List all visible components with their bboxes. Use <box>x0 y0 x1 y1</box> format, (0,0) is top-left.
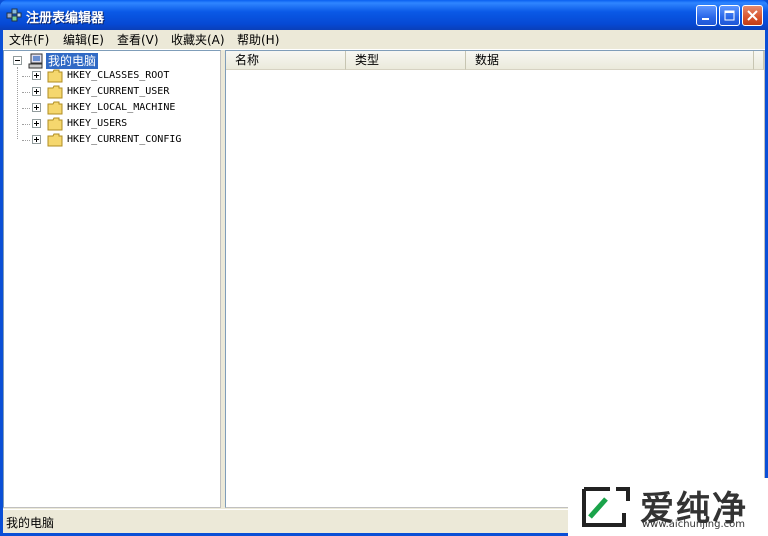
tree-item-hkcu[interactable]: HKEY_CURRENT_USER <box>4 84 220 100</box>
folder-icon <box>47 117 63 131</box>
expand-toggle[interactable] <box>32 71 41 80</box>
aichunjing-logo-icon <box>582 487 630 527</box>
expand-toggle[interactable] <box>32 135 41 144</box>
minimize-button[interactable] <box>696 5 717 26</box>
window-frame: 文件(F) 编辑(E) 查看(V) 收藏夹(A) 帮助(H) 我的电脑 HKEY… <box>3 30 765 533</box>
watermark: 爱纯净 www.aichunjing.com <box>568 478 768 536</box>
tree-item-label: HKEY_CLASSES_ROOT <box>67 70 170 81</box>
tree-item-hkcc[interactable]: HKEY_CURRENT_CONFIG <box>4 132 220 148</box>
tree-connector <box>22 76 30 77</box>
tree-connector <box>22 92 30 93</box>
menu-bar: 文件(F) 编辑(E) 查看(V) 收藏夹(A) 帮助(H) <box>3 30 765 50</box>
maximize-icon <box>724 10 735 21</box>
expand-toggle[interactable] <box>32 103 41 112</box>
status-text: 我的电脑 <box>6 516 55 530</box>
menu-help[interactable]: 帮助(H) <box>237 32 279 48</box>
watermark-url: www.aichunjing.com <box>642 519 745 530</box>
expand-toggle[interactable] <box>32 87 41 96</box>
computer-icon <box>28 53 43 69</box>
tree-item-label: HKEY_CURRENT_CONFIG <box>67 134 182 145</box>
tree-item-label: HKEY_CURRENT_USER <box>67 86 170 97</box>
tree-root-label: 我的电脑 <box>46 53 99 69</box>
close-icon <box>747 10 758 21</box>
registry-editor-window: 注册表编辑器 文件(F) 编辑(E) 查看(V) 收藏夹(A) 帮助(H) 我的… <box>0 0 768 536</box>
values-list[interactable]: 名称 类型 数据 <box>225 50 765 508</box>
menu-file[interactable]: 文件(F) <box>9 32 49 48</box>
window-title: 注册表编辑器 <box>26 11 105 26</box>
menu-view[interactable]: 查看(V) <box>117 32 159 48</box>
tree-connector <box>22 124 30 125</box>
column-header-name[interactable]: 名称 <box>226 51 346 70</box>
tree-connector <box>22 108 30 109</box>
menu-favorites[interactable]: 收藏夹(A) <box>171 32 225 48</box>
menu-edit[interactable]: 编辑(E) <box>63 32 104 48</box>
tree-item-hkcr[interactable]: HKEY_CLASSES_ROOT <box>4 68 220 84</box>
column-header-type[interactable]: 类型 <box>346 51 466 70</box>
column-header-data[interactable]: 数据 <box>466 51 754 70</box>
collapse-toggle[interactable] <box>13 56 22 65</box>
folder-icon <box>47 101 63 115</box>
folder-icon <box>47 85 63 99</box>
tree-item-hklm[interactable]: HKEY_LOCAL_MACHINE <box>4 100 220 116</box>
column-header-filler <box>754 51 764 70</box>
expand-toggle[interactable] <box>32 119 41 128</box>
registry-editor-icon <box>6 8 22 22</box>
tree-item-label: HKEY_LOCAL_MACHINE <box>67 102 176 113</box>
folder-icon <box>47 133 63 147</box>
tree-item-label: HKEY_USERS <box>67 118 128 129</box>
tree-item-hku[interactable]: HKEY_USERS <box>4 116 220 132</box>
tree-connector <box>22 140 30 141</box>
minimize-icon <box>702 18 709 20</box>
title-bar[interactable]: 注册表编辑器 <box>0 0 768 30</box>
close-button[interactable] <box>742 5 763 26</box>
registry-tree[interactable]: 我的电脑 HKEY_CLASSES_ROOT HKEY_CURRENT_USER… <box>3 50 221 508</box>
maximize-button[interactable] <box>719 5 740 26</box>
folder-icon <box>47 69 63 83</box>
